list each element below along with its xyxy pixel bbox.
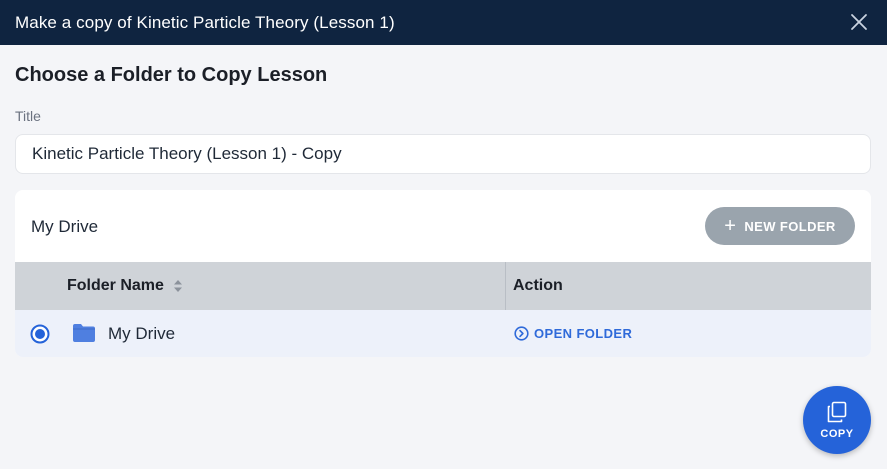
copy-label: COPY <box>820 427 854 440</box>
close-icon[interactable] <box>849 12 869 32</box>
radio-selected-icon[interactable] <box>30 324 50 344</box>
open-folder-link[interactable]: OPEN FOLDER <box>514 326 632 341</box>
new-folder-label: NEW FOLDER <box>744 218 836 234</box>
column-divider <box>505 262 506 310</box>
folder-icon <box>72 323 96 343</box>
chevron-circle-right-icon <box>514 326 529 341</box>
title-input[interactable] <box>15 134 871 174</box>
title-label: Title <box>15 108 41 124</box>
dialog-title: Make a copy of Kinetic Particle Theory (… <box>15 12 395 32</box>
page-heading: Choose a Folder to Copy Lesson <box>15 64 328 86</box>
open-folder-label: OPEN FOLDER <box>534 326 633 341</box>
copy-button[interactable]: COPY <box>803 386 871 454</box>
plus-icon: + <box>724 215 737 237</box>
copy-icon <box>827 401 847 422</box>
table-row[interactable]: My Drive OPEN FOLDER <box>15 310 871 357</box>
breadcrumb: My Drive <box>31 217 99 236</box>
column-header-label: Folder Name <box>67 277 164 294</box>
dialog-titlebar: Make a copy of Kinetic Particle Theory (… <box>0 0 887 45</box>
sort-icon[interactable] <box>173 280 182 292</box>
table-header: Folder Name Action <box>15 262 871 310</box>
folder-panel: My Drive + NEW FOLDER Folder Name Action <box>15 190 871 357</box>
column-header-action: Action <box>513 277 563 294</box>
folder-name: My Drive <box>108 324 176 343</box>
column-header-folder-name[interactable]: Folder Name <box>67 277 182 295</box>
new-folder-button[interactable]: + NEW FOLDER <box>705 207 855 245</box>
